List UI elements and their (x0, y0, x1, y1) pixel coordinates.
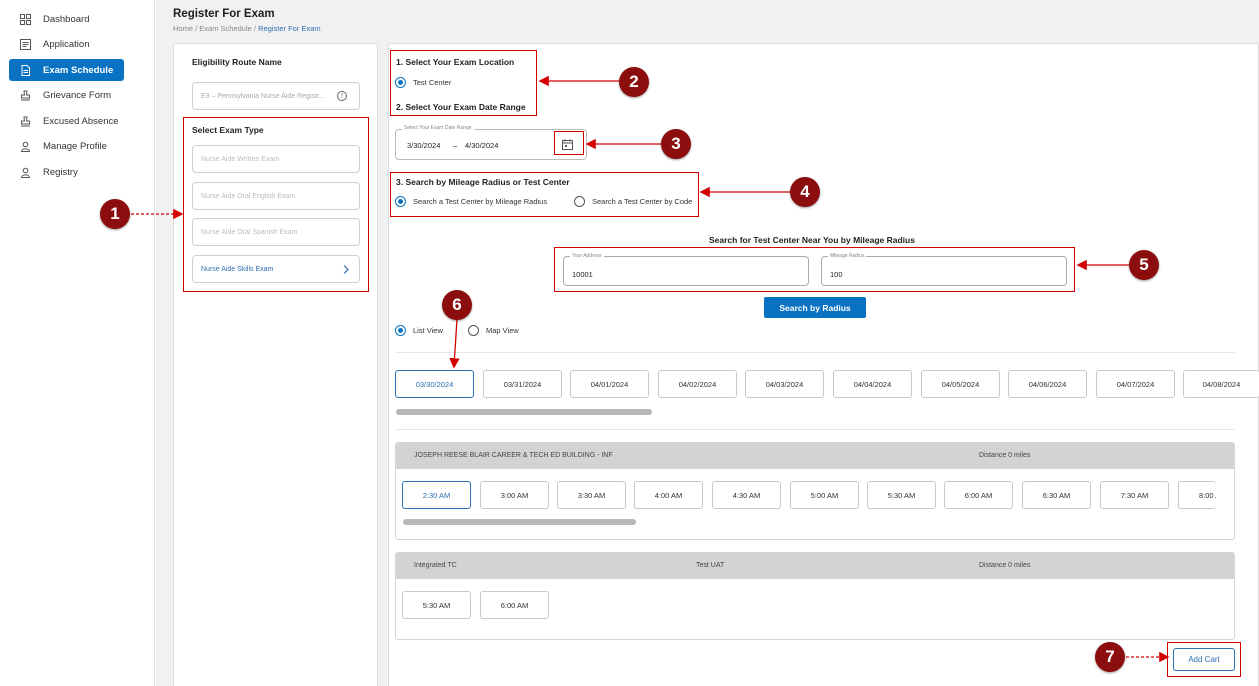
divider (395, 429, 1235, 430)
info-icon[interactable]: ! (337, 91, 347, 101)
time-slot[interactable]: 5:30 AM (402, 591, 471, 619)
breadcrumb-current: Register For Exam (258, 24, 321, 33)
callout-marker: 3 (661, 129, 691, 159)
time-slot[interactable]: 3:00 AM (480, 481, 549, 509)
callout-marker: 1 (100, 199, 130, 229)
sidebar-item-label: Dashboard (43, 13, 90, 25)
sidebar-item-label: Manage Profile (43, 140, 107, 152)
sidebar-item-grievance-form[interactable]: Grievance Form (9, 84, 124, 106)
time-slots-scrollbar[interactable] (403, 519, 636, 525)
time-slot[interactable]: 3:30 AM (557, 481, 626, 509)
sidebar-item-application[interactable]: Application (9, 33, 124, 55)
sidebar-item-exam-schedule[interactable]: Exam Schedule (9, 59, 124, 81)
time-slot[interactable]: 4:30 AM (712, 481, 781, 509)
date-chip[interactable]: 04/05/2024 (921, 370, 1000, 398)
person-icon (19, 166, 31, 178)
time-slot[interactable]: 6:30 AM (1022, 481, 1091, 509)
list-view-label: List View (413, 326, 443, 335)
test-center-card: Integrated TC Test UAT Distance 0 miles … (395, 552, 1235, 640)
annotation-box-add-cart (1167, 642, 1241, 677)
page-title: Register For Exam (173, 8, 275, 20)
date-chip[interactable]: 04/03/2024 (745, 370, 824, 398)
test-center-distance: Distance 0 miles (979, 452, 1031, 459)
sidebar-item-label: Grievance Form (43, 89, 112, 101)
sidebar-item-label: Excused Absence (43, 115, 119, 127)
sidebar-item-label: Registry (43, 166, 78, 178)
breadcrumb-home[interactable]: Home / (173, 24, 197, 33)
sidebar-item-manage-profile[interactable]: Manage Profile (9, 135, 124, 157)
form-icon (19, 38, 31, 50)
radius-search-heading: Search for Test Center Near You by Milea… (709, 235, 915, 245)
list-view-radio[interactable]: List View (395, 325, 443, 336)
date-chip[interactable]: 03/30/2024 (395, 370, 474, 398)
time-slot[interactable]: 4:00 AM (634, 481, 703, 509)
sidebar-item-dashboard[interactable]: Dashboard (9, 8, 124, 30)
date-chip[interactable]: 04/07/2024 (1096, 370, 1175, 398)
time-slot[interactable]: 7:30 AM (1100, 481, 1169, 509)
callout-marker: 2 (619, 67, 649, 97)
sidebar-item-label: Application (43, 38, 90, 50)
test-center-header: JOSEPH REESE BLAIR CAREER & TECH ED BUIL… (396, 443, 1234, 469)
divider (395, 352, 1235, 353)
date-chip[interactable]: 04/04/2024 (833, 370, 912, 398)
radio-selected-icon (395, 325, 406, 336)
annotation-box-location (390, 50, 537, 116)
eligibility-route-value: E3 – Pennsylvania Nurse Aide Registr... (201, 92, 325, 100)
breadcrumb-exam-schedule[interactable]: Exam Schedule / (199, 24, 256, 33)
stamp-icon (19, 89, 31, 101)
person-icon (19, 140, 31, 152)
eligibility-route-field[interactable]: E3 – Pennsylvania Nurse Aide Registr... … (192, 82, 360, 110)
callout-marker: 6 (442, 290, 472, 320)
time-slot[interactable]: 5:00 AM (790, 481, 859, 509)
map-view-label: Map View (486, 326, 519, 335)
grid-icon (19, 13, 31, 25)
test-center-subtitle: Test UAT (696, 562, 725, 569)
dates-scrollbar[interactable] (396, 409, 652, 415)
date-chip[interactable]: 04/08/2024 (1183, 370, 1259, 398)
callout-marker: 7 (1095, 642, 1125, 672)
date-range-separator: – (453, 141, 458, 150)
time-slot[interactable]: 2:30 AM (402, 481, 471, 509)
callout-marker: 5 (1129, 250, 1159, 280)
time-slot[interactable]: 5:30 AM (867, 481, 936, 509)
radio-unselected-icon (468, 325, 479, 336)
document-icon (19, 64, 31, 76)
time-slot[interactable]: 6:00 AM (480, 591, 549, 619)
annotation-box-exam-type (183, 117, 369, 292)
annotation-box-search-mode (390, 172, 699, 217)
date-chip[interactable]: 04/02/2024 (658, 370, 737, 398)
date-range-end[interactable]: 4/30/2024 (465, 141, 498, 150)
date-range-label: Select Your Exam Date Range (402, 125, 474, 131)
date-chip[interactable]: 04/01/2024 (570, 370, 649, 398)
test-center-card: JOSEPH REESE BLAIR CAREER & TECH ED BUIL… (395, 442, 1235, 540)
time-slot[interactable]: 8:00 AM (1178, 481, 1216, 509)
sidebar: Dashboard Application Exam Schedule Grie… (0, 0, 155, 686)
date-range-start[interactable]: 3/30/2024 (407, 141, 440, 150)
test-center-distance: Distance 0 miles (979, 562, 1031, 569)
sidebar-item-excused-absence[interactable]: Excused Absence (9, 110, 124, 132)
search-by-radius-button[interactable]: Search by Radius (764, 297, 866, 318)
sidebar-item-label: Exam Schedule (43, 64, 114, 76)
time-slot[interactable]: 6:00 AM (944, 481, 1013, 509)
sidebar-item-registry[interactable]: Registry (9, 161, 124, 183)
callout-marker: 4 (790, 177, 820, 207)
annotation-box-radius-search (554, 247, 1075, 292)
eligibility-title: Eligibility Route Name (192, 57, 282, 67)
test-center-name: Integrated TC (414, 562, 457, 569)
test-center-name: JOSEPH REESE BLAIR CAREER & TECH ED BUIL… (414, 452, 613, 459)
test-center-header: Integrated TC Test UAT Distance 0 miles (396, 553, 1234, 579)
date-chip[interactable]: 04/06/2024 (1008, 370, 1087, 398)
stamp-icon (19, 115, 31, 127)
annotation-box-calendar (554, 131, 584, 155)
date-chip[interactable]: 03/31/2024 (483, 370, 562, 398)
map-view-radio[interactable]: Map View (468, 325, 519, 336)
breadcrumb: Home / Exam Schedule / Register For Exam (173, 24, 321, 33)
